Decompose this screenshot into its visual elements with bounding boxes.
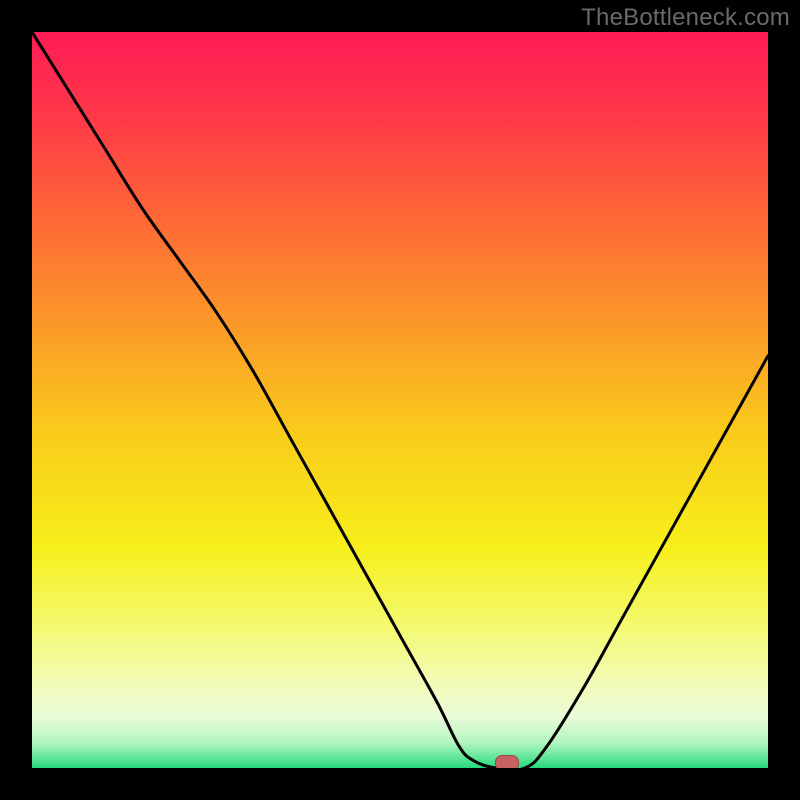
chart-frame: TheBottleneck.com bbox=[0, 0, 800, 800]
gradient-background bbox=[32, 32, 768, 768]
plot-area bbox=[32, 32, 768, 768]
watermark-text: TheBottleneck.com bbox=[581, 4, 790, 32]
optimal-marker bbox=[495, 755, 519, 768]
